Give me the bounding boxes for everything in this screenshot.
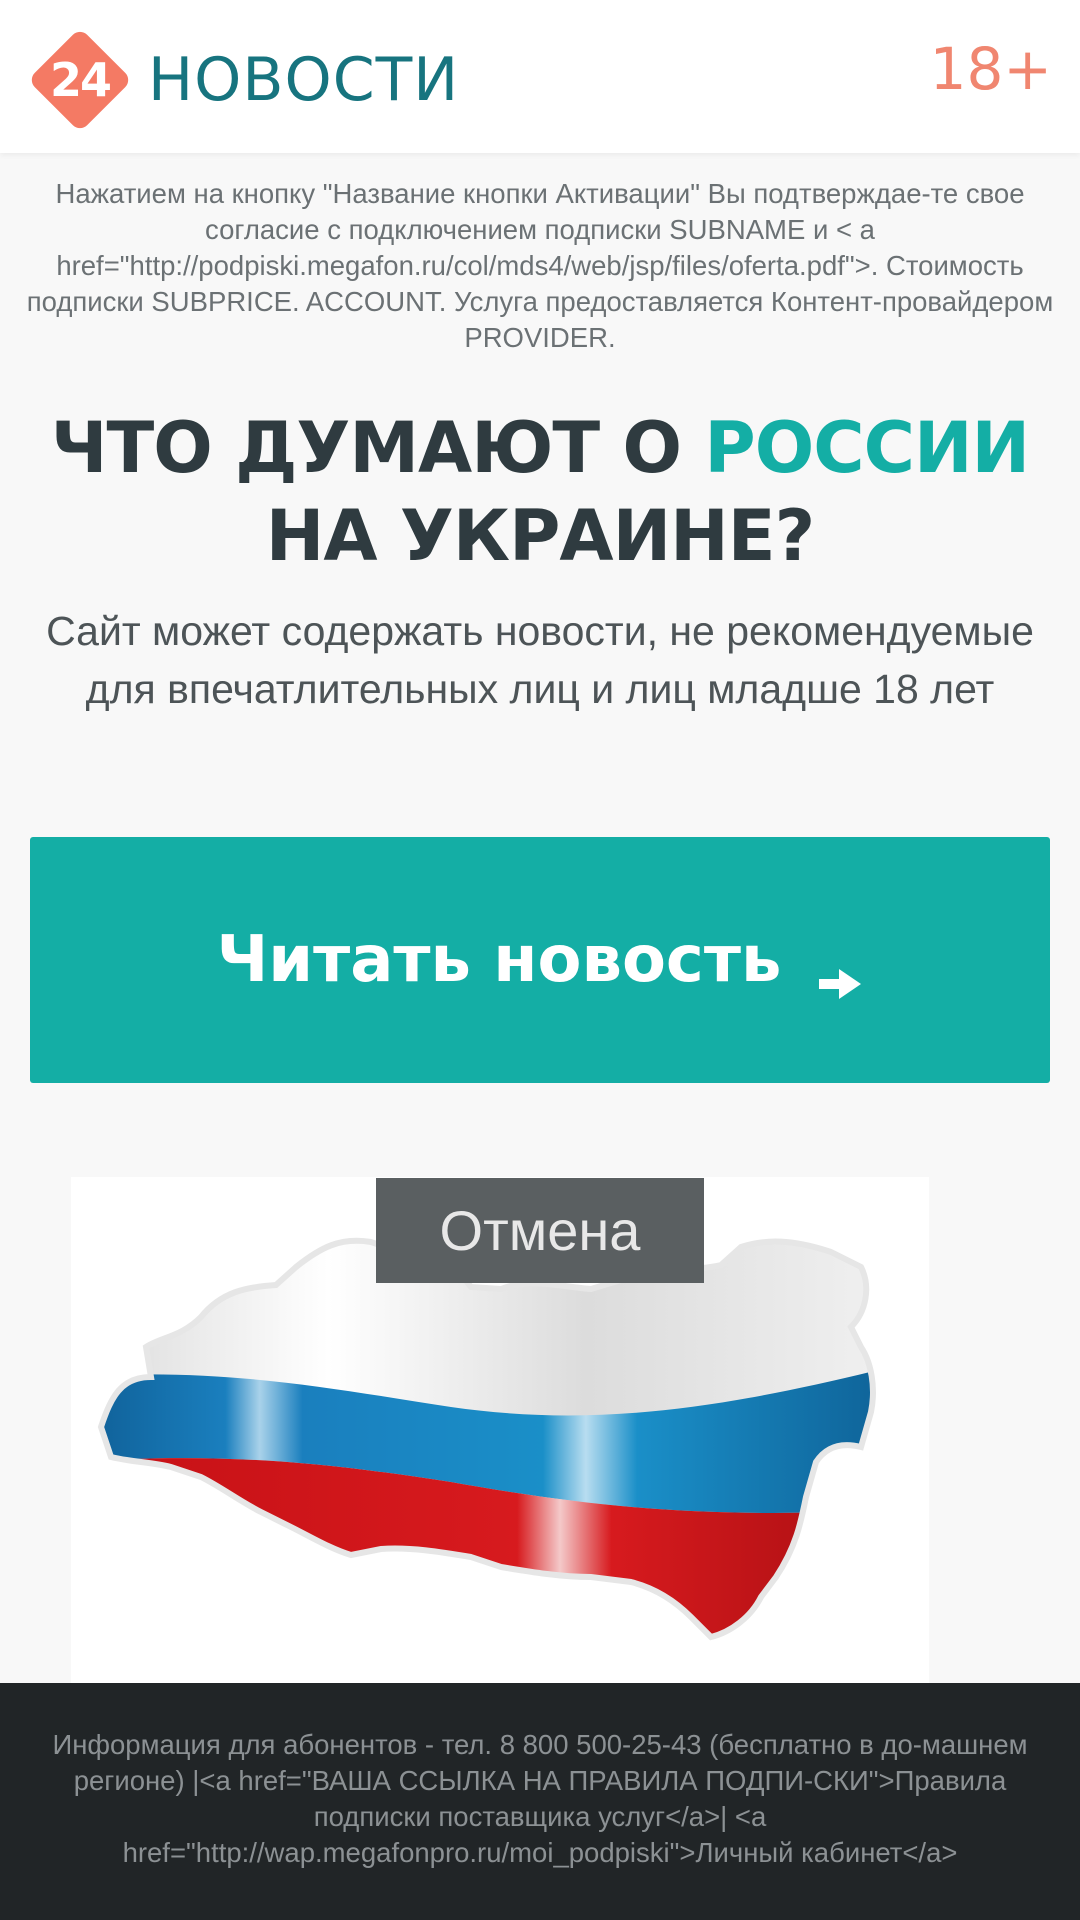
logo[interactable]: 24 НОВОСТИ	[28, 28, 459, 132]
page-title: ЧТО ДУМАЮТ О РОССИИ НА УКРАИНЕ?	[0, 404, 1080, 580]
headline-line2: НА УКРАИНЕ?	[265, 495, 815, 577]
footer: Информация для абонентов - тел. 8 800 50…	[0, 1683, 1080, 1920]
arrow-right-icon	[819, 943, 863, 999]
subscription-disclaimer: Нажатием на кнопку "Название кнопки Акти…	[26, 178, 1054, 353]
headline-part1: ЧТО ДУМАЮТ О	[50, 407, 705, 489]
read-news-button[interactable]: Читать новость	[30, 837, 1050, 1083]
logo-number: 24	[49, 53, 112, 107]
header: 24 НОВОСТИ 18+	[0, 0, 1080, 153]
logo-diamond-icon: 24	[28, 28, 132, 132]
age-badge: 18+	[929, 35, 1052, 103]
read-news-label: Читать новость	[216, 923, 782, 997]
warning-subtitle: Сайт может содержать новости, не рекомен…	[46, 608, 1034, 712]
footer-info-text: Информация для абонентов - тел. 8 800 50…	[52, 1729, 1028, 1868]
cancel-button[interactable]: Отмена	[376, 1178, 704, 1283]
logo-text: НОВОСТИ	[148, 45, 460, 115]
headline-accent: РОССИИ	[704, 407, 1030, 489]
